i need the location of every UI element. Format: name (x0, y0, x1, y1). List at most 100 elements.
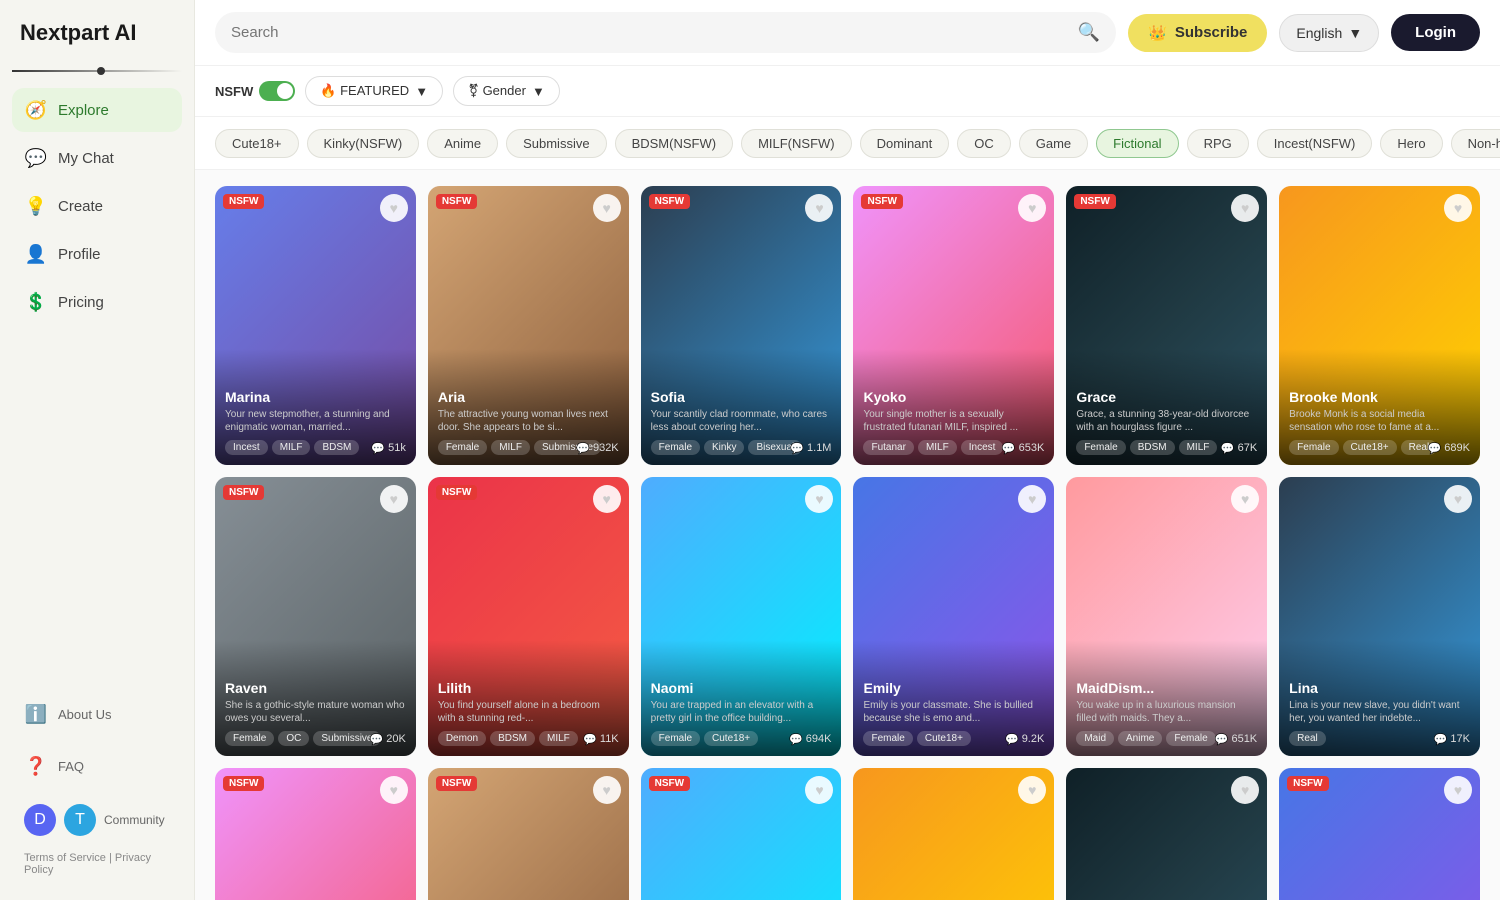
card-aria[interactable]: NSFW♥AriaThe attractive young woman live… (428, 186, 629, 465)
card-r3c3[interactable]: NSFW♥ (641, 768, 842, 900)
card-tag: Maid (1076, 731, 1114, 746)
card-naomi[interactable]: ♥NaomiYou are trapped in an elevator wit… (641, 477, 842, 756)
card-tag: Anime (1118, 731, 1162, 746)
category-game[interactable]: Game (1019, 129, 1088, 158)
profile-icon: 👤 (24, 242, 48, 266)
telegram-icon[interactable]: T (64, 804, 96, 836)
card-overlay: Brooke MonkBrooke Monk is a social media… (1279, 349, 1480, 465)
card-emily[interactable]: ♥EmilyEmily is your classmate. She is bu… (853, 477, 1054, 756)
search-bar[interactable]: 🔍 (215, 12, 1116, 53)
heart-button[interactable]: ♥ (1444, 485, 1472, 513)
category-anime[interactable]: Anime (427, 129, 498, 158)
card-overlay: MarinaYour new stepmother, a stunning an… (215, 349, 416, 465)
card-overlay: KyokoYour single mother is a sexually fr… (853, 349, 1054, 465)
card-raven[interactable]: NSFW♥RavenShe is a gothic-style mature w… (215, 477, 416, 756)
chat-stat-icon: 💬 (1428, 442, 1442, 455)
category-incest[interactable]: Incest(NSFW) (1257, 129, 1373, 158)
card-tag: MILF (491, 440, 530, 455)
category-milf[interactable]: MILF(NSFW) (741, 129, 852, 158)
nsfw-badge: NSFW (649, 776, 690, 791)
language-button[interactable]: English ▼ (1279, 14, 1379, 52)
sidebar-profile-label: Profile (58, 246, 101, 263)
card-lina[interactable]: ♥ LinaLina is your new slave, you didn't … (1279, 477, 1480, 756)
category-fictional[interactable]: Fictional (1096, 129, 1178, 158)
card-r3c2[interactable]: NSFW♥ (428, 768, 629, 900)
category-oc[interactable]: OC (957, 129, 1011, 158)
crown-icon: 👑 (1148, 24, 1167, 42)
card-grace[interactable]: NSFW♥GraceGrace, a stunning 38-year-old … (1066, 186, 1267, 465)
search-input[interactable] (231, 24, 1070, 41)
card-tag: Cute18+ (704, 731, 758, 746)
sidebar-item-explore[interactable]: 🧭 Explore (12, 88, 182, 132)
login-button[interactable]: Login (1391, 14, 1480, 51)
cards-row-2: NSFW♥RavenShe is a gothic-style mature w… (215, 477, 1480, 756)
heart-button[interactable]: ♥ (380, 776, 408, 804)
card-name: Lilith (438, 680, 619, 696)
card-tag: Female (1076, 440, 1125, 455)
featured-filter[interactable]: 🔥 FEATURED ▼ (305, 76, 443, 106)
card-kyoko[interactable]: NSFW♥KyokoYour single mother is a sexual… (853, 186, 1054, 465)
sidebar-item-mychat[interactable]: 💬 My Chat (12, 136, 182, 180)
card-brooke[interactable]: ♥ Brooke MonkBrooke Monk is a social medi… (1279, 186, 1480, 465)
nsfw-switch[interactable] (259, 81, 295, 101)
sidebar-item-pricing[interactable]: 💲 Pricing (12, 280, 182, 324)
discord-icon[interactable]: D (24, 804, 56, 836)
card-maids[interactable]: ♥MaidDism...You wake up in a luxurious m… (1066, 477, 1267, 756)
heart-button[interactable]: ♥ (380, 485, 408, 513)
card-lilith[interactable]: NSFW♥LilithYou find yourself alone in a … (428, 477, 629, 756)
category-hero[interactable]: Hero (1380, 129, 1442, 158)
card-stat: 💬 51k (371, 442, 405, 455)
category-cute18[interactable]: Cute18+ (215, 129, 299, 158)
card-stat: 💬 11K (583, 733, 618, 746)
card-tag: Kinky (704, 440, 744, 455)
heart-button[interactable]: ♥ (593, 776, 621, 804)
card-r3c4[interactable]: ♥ (853, 768, 1054, 900)
card-name: MaidDism... (1076, 680, 1257, 696)
search-icon[interactable]: 🔍 (1078, 22, 1100, 43)
sidebar-item-profile[interactable]: 👤 Profile (12, 232, 182, 276)
heart-button[interactable]: ♥ (1231, 776, 1259, 804)
nsfw-badge: NSFW (1074, 194, 1115, 209)
category-nonhuman[interactable]: Non-human (1451, 129, 1500, 158)
nsfw-badge: NSFW (223, 485, 264, 500)
card-sofia[interactable]: NSFW♥SofiaYour scantily clad roommate, w… (641, 186, 842, 465)
card-tag: Futanar (863, 440, 913, 455)
heart-button[interactable]: ♥ (593, 194, 621, 222)
chat-stat-icon: 💬 (1215, 733, 1229, 746)
category-kinky[interactable]: Kinky(NSFW) (307, 129, 420, 158)
card-tag: Cute18+ (1343, 440, 1397, 455)
card-r3c6[interactable]: NSFW♥ (1279, 768, 1480, 900)
create-icon: 💡 (24, 194, 48, 218)
gender-filter[interactable]: ⚧ Gender ▼ (453, 76, 560, 106)
sidebar-faq-label: FAQ (58, 759, 84, 774)
sidebar-mychat-label: My Chat (58, 150, 114, 167)
sidebar-create-label: Create (58, 198, 103, 215)
card-stat: 💬 67K (1221, 442, 1257, 455)
sidebar-item-about[interactable]: ℹ️ About Us (12, 692, 182, 736)
card-tag: Female (863, 731, 912, 746)
card-r3c5[interactable]: ♥ (1066, 768, 1267, 900)
heart-button[interactable]: ♥ (1231, 485, 1259, 513)
heart-button[interactable]: ♥ (593, 485, 621, 513)
card-overlay: LinaLina is your new slave, you didn't w… (1279, 640, 1480, 756)
card-tag: Female (651, 440, 700, 455)
subscribe-button[interactable]: 👑 Subscribe (1128, 14, 1267, 52)
category-rpg[interactable]: RPG (1187, 129, 1249, 158)
sidebar-item-create[interactable]: 💡 Create (12, 184, 182, 228)
category-dominant[interactable]: Dominant (860, 129, 950, 158)
card-r3c1[interactable]: NSFW♥ (215, 768, 416, 900)
gender-filter-label: ⚧ Gender (468, 83, 526, 99)
card-description: Grace, a stunning 38-year-old divorcee w… (1076, 408, 1257, 434)
card-name: Kyoko (863, 389, 1044, 405)
category-bdsm[interactable]: BDSM(NSFW) (615, 129, 734, 158)
category-submissive[interactable]: Submissive (506, 129, 606, 158)
heart-button[interactable]: ♥ (1444, 194, 1472, 222)
chat-stat-icon: 💬 (1005, 733, 1019, 746)
card-description: The attractive young woman lives next do… (438, 408, 619, 434)
card-tag: MILF (272, 440, 311, 455)
heart-button[interactable]: ♥ (380, 194, 408, 222)
sidebar-item-faq[interactable]: ❓ FAQ (12, 744, 182, 788)
card-marina[interactable]: NSFW♥MarinaYour new stepmother, a stunni… (215, 186, 416, 465)
heart-button[interactable]: ♥ (1231, 194, 1259, 222)
heart-button[interactable]: ♥ (1444, 776, 1472, 804)
